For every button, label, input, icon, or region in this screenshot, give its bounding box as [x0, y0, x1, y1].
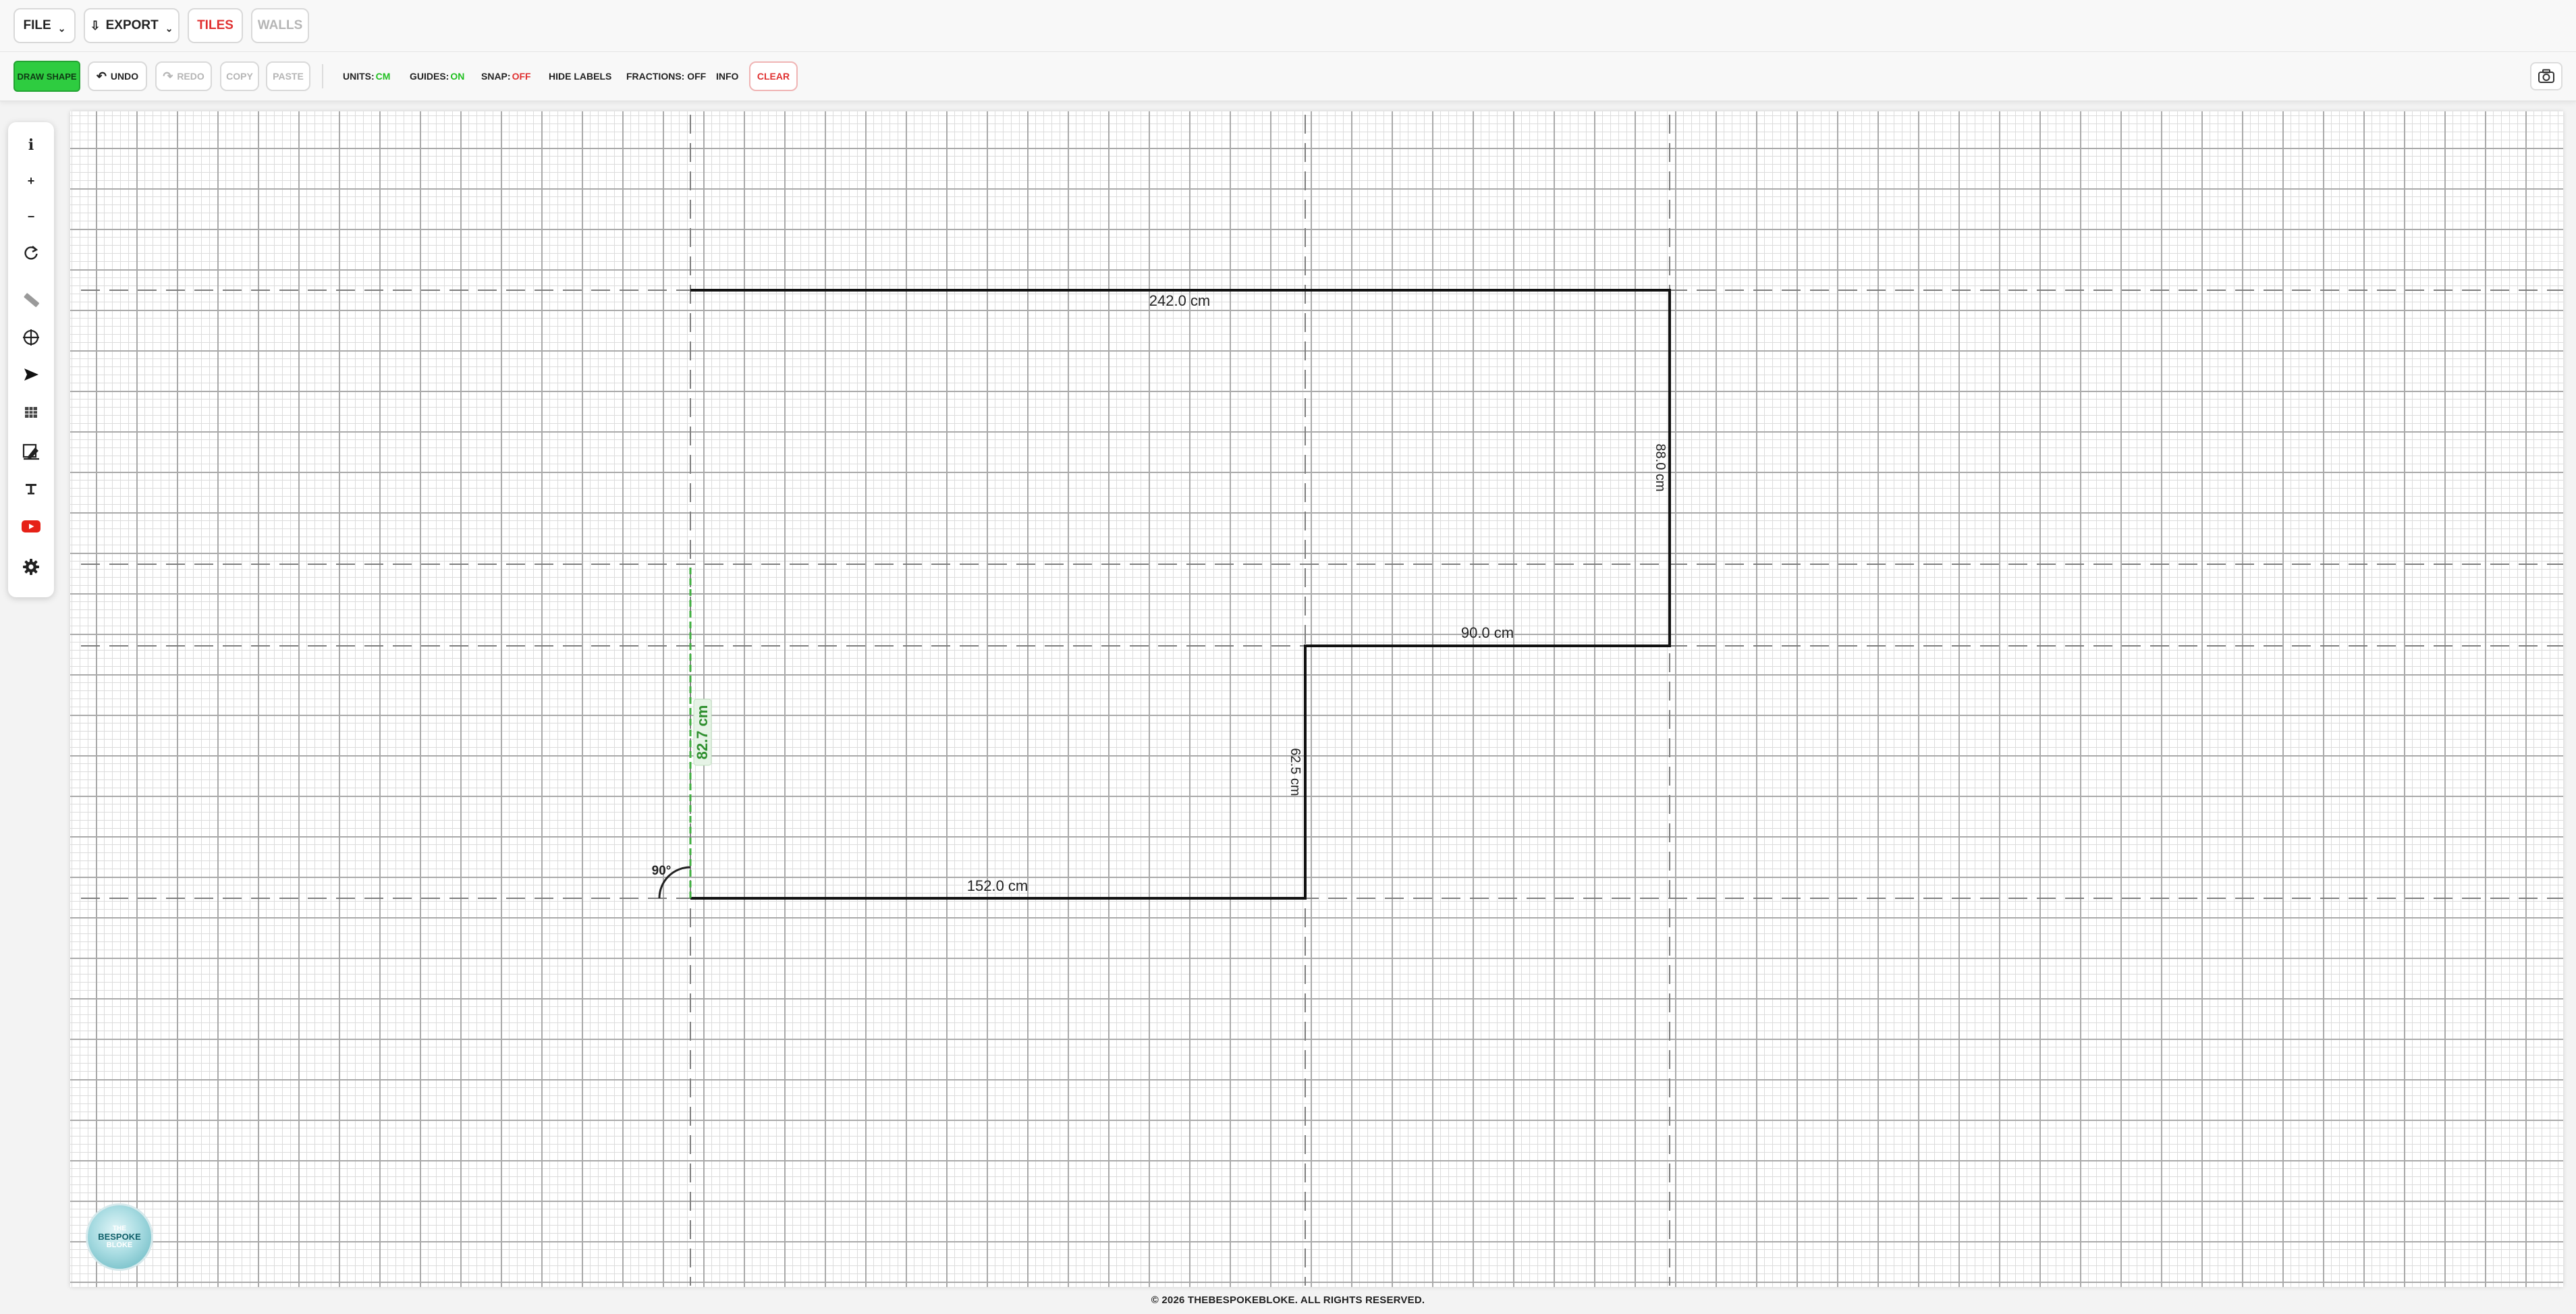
center-tool[interactable] [16, 322, 47, 353]
settings-icon [23, 559, 39, 575]
logo-line2: BESPOKE [98, 1232, 141, 1242]
wall-outline [690, 289, 1671, 900]
measure-tool[interactable] [16, 284, 47, 315]
zoom-in-icon: + [27, 173, 35, 188]
brand-logo[interactable]: THE BESPOKE BLOKE [86, 1203, 153, 1271]
copyright-footer: © 2026 THEBESPOKEBLOKE. ALL RIGHTS RESER… [1151, 1294, 1425, 1306]
reset-view-tool[interactable] [16, 238, 47, 269]
youtube-icon [22, 520, 40, 532]
info-icon: i [28, 136, 34, 154]
tile-grid-tool[interactable] [16, 397, 47, 428]
text-tool[interactable] [16, 473, 47, 504]
zoom-out-tool[interactable]: − [16, 201, 47, 232]
reset-icon [24, 246, 38, 260]
paint-tool[interactable] [16, 436, 47, 467]
dimension-label-top: 242.0 cm [1149, 292, 1211, 309]
dimension-label-right: 88.0 cm [1653, 443, 1668, 491]
settings-tool[interactable] [16, 551, 47, 582]
ruler-icon [24, 293, 39, 307]
tool-sidebar: i + − [8, 122, 54, 597]
crosshair-icon [23, 329, 39, 346]
youtube-link[interactable] [16, 511, 47, 542]
select-tool[interactable] [16, 359, 47, 390]
text-icon [26, 484, 36, 495]
preview-length-label: 82.7 cm [694, 705, 711, 760]
dimension-label-bottom: 152.0 cm [967, 877, 1029, 894]
paint-icon [22, 443, 39, 460]
zoom-out-icon: − [27, 209, 35, 223]
floorplan-drawing: 242.0 cm 88.0 cm 90.0 cm 62.5 cm 152.0 c… [81, 115, 2563, 1286]
dimension-label-step-horizontal: 90.0 cm [1461, 624, 1514, 641]
angle-label: 90° [652, 864, 672, 878]
zoom-in-tool[interactable]: + [16, 165, 47, 196]
dimension-label-step-vertical: 62.5 cm [1288, 748, 1303, 796]
logo-line3: BLOKE [106, 1241, 133, 1249]
pointer-icon [24, 368, 38, 381]
grid-icon [25, 407, 37, 418]
info-tool[interactable]: i [16, 130, 47, 161]
